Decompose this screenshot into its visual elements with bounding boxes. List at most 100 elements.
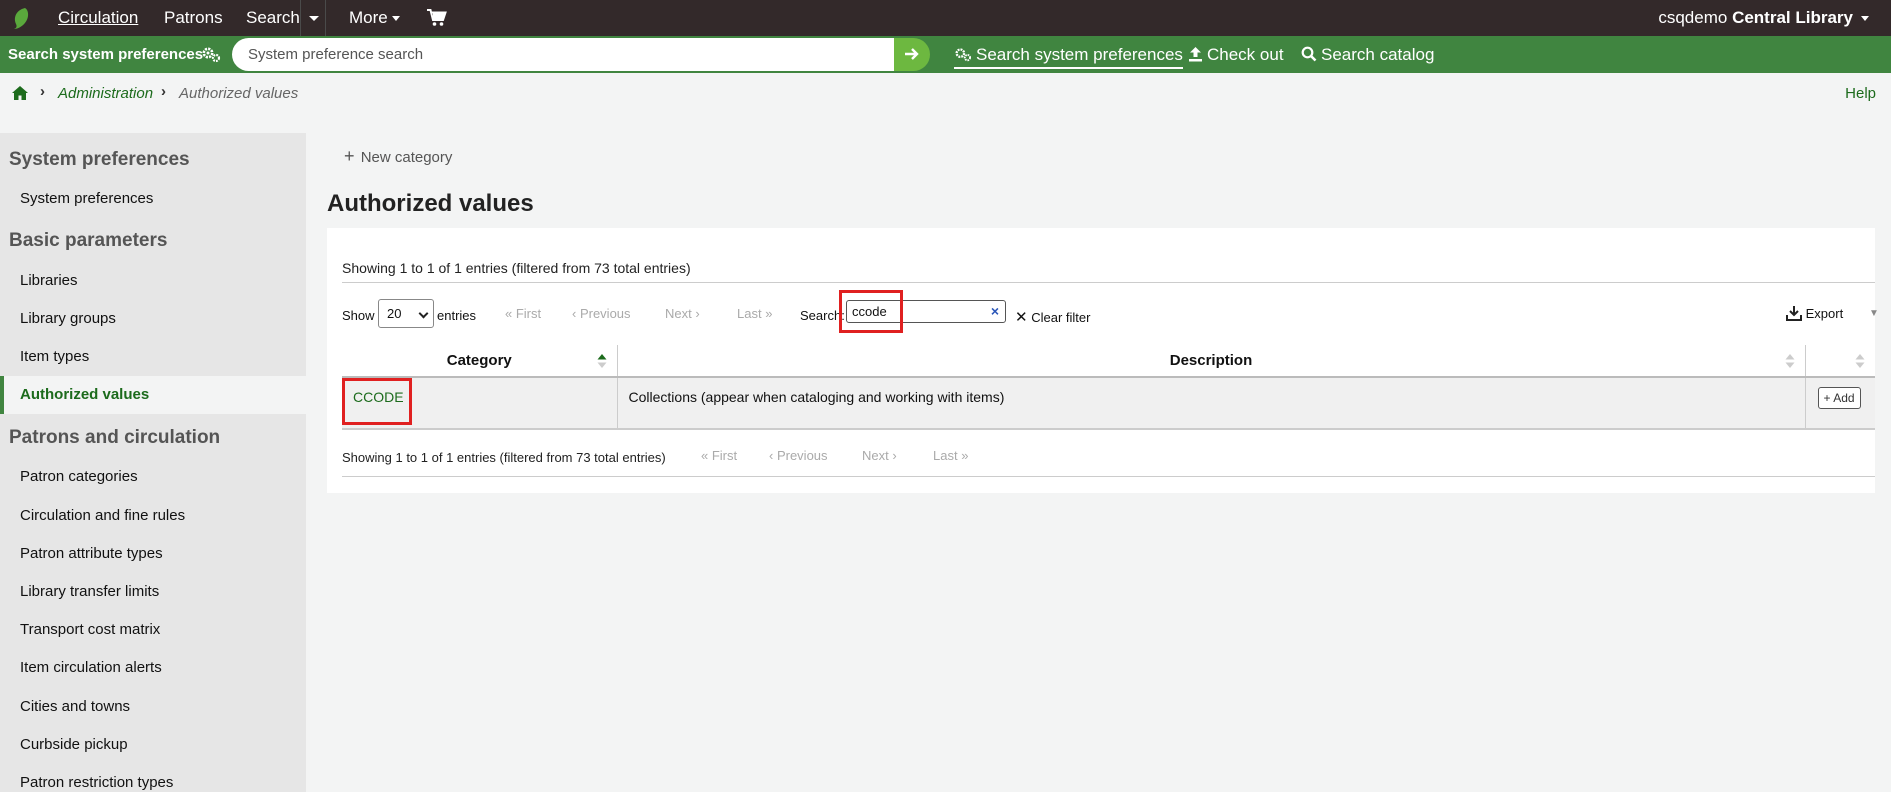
help-link[interactable]: Help (1845, 85, 1876, 102)
clear-filter-label: Clear filter (1031, 310, 1091, 325)
add-value-button[interactable]: + Add (1817, 387, 1861, 409)
annotation-highlight-search (839, 290, 903, 333)
search-system-preferences-link[interactable]: Search system preferences (954, 45, 1183, 69)
system-preference-search-input[interactable] (232, 38, 894, 71)
library-name: Central Library (1732, 8, 1853, 27)
nav-more-label: More (349, 8, 388, 27)
plus-icon: + (344, 146, 355, 166)
breadcrumb-administration[interactable]: Administration (58, 85, 153, 102)
sidebar-item-item-circulation-alerts[interactable]: Item circulation alerts (20, 659, 162, 676)
entries-label: entries (437, 308, 477, 323)
sidebar-item-patron-categories[interactable]: Patron categories (20, 468, 138, 485)
caret-down-icon: ▼ (1869, 308, 1879, 319)
sidebar-section-title: Basic parameters (9, 230, 168, 251)
column-header-description[interactable]: Description (616, 345, 1805, 378)
pagination-next[interactable]: Next › (665, 306, 700, 321)
export-button[interactable]: Export ▼ (1786, 306, 1879, 321)
sidebar-item-authorized-values[interactable]: Authorized values (20, 386, 149, 403)
column-category-label: Category (446, 352, 512, 369)
nav-more[interactable]: More (349, 8, 400, 28)
nav-patrons[interactable]: Patrons (164, 8, 223, 28)
cell-description: Collections (appear when cataloging and … (616, 377, 1805, 430)
check-out-link[interactable]: Check out (1188, 45, 1284, 65)
pagination-last[interactable]: Last » (737, 306, 772, 321)
sort-icon (1855, 354, 1865, 368)
upload-icon (1189, 47, 1202, 62)
clear-filter-button[interactable]: ✕ Clear filter (1015, 308, 1090, 326)
table-row: CCODE Collections (appear when catalogin… (342, 377, 1875, 430)
sidebar-item-item-types[interactable]: Item types (20, 348, 89, 365)
search-catalog-label: Search catalog (1321, 45, 1435, 64)
sidebar-item-curbside-pickup[interactable]: Curbside pickup (20, 736, 128, 753)
show-label: Show (342, 308, 375, 323)
search-submit-button[interactable] (894, 38, 930, 71)
user-name: csqdemo (1658, 8, 1728, 27)
search-catalog-link[interactable]: Search catalog (1301, 45, 1434, 65)
clear-search-icon[interactable]: × (991, 303, 999, 319)
authorized-values-panel: Showing 1 to 1 of 1 entries (filtered fr… (327, 228, 1879, 493)
last-label: Last (737, 306, 762, 321)
page-size-select[interactable]: 20 (378, 299, 434, 328)
authorized-values-table: Category Description CCODE Collections (… (342, 345, 1875, 430)
new-category-label: New category (360, 149, 453, 166)
cart-icon[interactable] (427, 9, 447, 27)
first-label: First (711, 448, 738, 463)
pagination-previous-bottom[interactable]: ‹ Previous (769, 448, 828, 463)
table-info: Showing 1 to 1 of 1 entries (filtered fr… (342, 260, 691, 276)
sidebar-section-title: System preferences (9, 149, 190, 170)
sidebar-item-system-preferences[interactable]: System preferences (20, 190, 153, 207)
koha-logo-icon[interactable] (10, 6, 32, 30)
gears-icon (955, 48, 972, 62)
search-dropdown-toggle[interactable] (300, 0, 326, 36)
column-header-category[interactable]: Category (342, 345, 617, 378)
column-description-label: Description (1169, 352, 1253, 369)
nav-circulation[interactable]: Circulation (58, 8, 138, 28)
add-label: Add (1833, 391, 1855, 405)
description-text: Collections (appear when cataloging and … (628, 389, 1005, 405)
admin-sidebar: System preferences System preferences Ba… (0, 133, 306, 792)
sidebar-item-libraries[interactable]: Libraries (20, 272, 78, 289)
download-icon (1786, 306, 1802, 321)
pagination-first-bottom[interactable]: « First (701, 448, 737, 463)
cell-actions: + Add (1804, 377, 1875, 430)
top-navbar: Circulation Patrons Search More csqdemo … (0, 0, 1891, 36)
chevron-down-icon (418, 308, 429, 319)
next-label: Next (665, 306, 692, 321)
sidebar-item-library-transfer-limits[interactable]: Library transfer limits (20, 583, 159, 600)
previous-label: Previous (776, 448, 828, 463)
sidebar-item-circulation-and-fine-rules[interactable]: Circulation and fine rules (20, 507, 185, 524)
breadcrumb-current: Authorized values (179, 85, 299, 102)
user-menu[interactable]: csqdemo Central Library (1658, 8, 1869, 28)
page-size-value: 20 (387, 306, 402, 321)
gears-icon (202, 47, 221, 63)
pagination-last-bottom[interactable]: Last » (933, 448, 968, 463)
new-category-button[interactable]: + New category (344, 146, 452, 167)
sort-icon (1785, 354, 1794, 368)
export-label: Export (1805, 306, 1844, 321)
caret-down-icon (391, 16, 400, 22)
search-mode-label[interactable]: Search system preferences (8, 46, 203, 63)
nav-search[interactable]: Search (246, 8, 300, 28)
first-label: First (515, 306, 542, 321)
table-info-bottom: Showing 1 to 1 of 1 entries (filtered fr… (342, 450, 666, 465)
sort-ascending-icon (597, 354, 606, 368)
sidebar-item-transport-cost-matrix[interactable]: Transport cost matrix (20, 621, 160, 638)
page-title: Authorized values (327, 190, 534, 217)
caret-down-icon (309, 16, 319, 21)
sidebar-item-library-groups[interactable]: Library groups (20, 310, 116, 327)
sidebar-item-cities-and-towns[interactable]: Cities and towns (20, 698, 130, 715)
close-icon: ✕ (1015, 309, 1028, 326)
arrow-right-icon (905, 48, 919, 60)
pagination-first[interactable]: « First (505, 306, 541, 321)
magnifier-icon (1301, 46, 1317, 62)
pagination-next-bottom[interactable]: Next › (862, 448, 897, 463)
last-label: Last (933, 448, 958, 463)
sidebar-item-patron-restriction-types[interactable]: Patron restriction types (20, 774, 173, 791)
pagination-previous[interactable]: ‹ Previous (572, 306, 631, 321)
home-icon[interactable] (12, 86, 28, 100)
next-label: Next (862, 448, 889, 463)
sidebar-item-patron-attribute-types[interactable]: Patron attribute types (20, 545, 163, 562)
annotation-highlight-category (342, 378, 412, 425)
column-header-actions[interactable] (1804, 345, 1875, 378)
chevron-right-icon: › (161, 83, 166, 100)
